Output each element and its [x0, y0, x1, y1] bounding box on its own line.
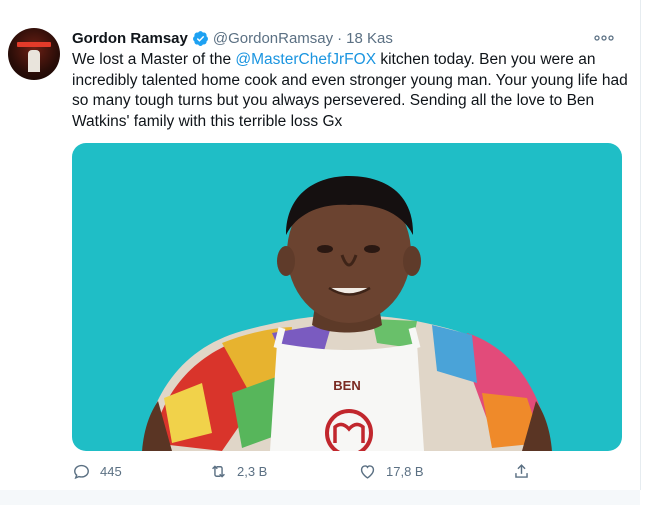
tweet-date[interactable]: 18 Kas [346, 30, 393, 47]
like-icon [360, 464, 375, 479]
tweet-card[interactable]: Gordon Ramsay @GordonRamsay · 18 Kas We … [0, 0, 641, 490]
like-button[interactable]: 17,8 B [358, 458, 424, 484]
tweet-text-part: We lost a Master of the [72, 51, 236, 68]
mention-link[interactable]: @MasterChefJrFOX [235, 51, 376, 68]
tweet-header: Gordon Ramsay @GordonRamsay · 18 Kas [72, 28, 393, 48]
reply-count: 445 [100, 463, 122, 479]
tweet-text: We lost a Master of the @MasterChefJrFOX… [72, 50, 632, 132]
retweet-icon [212, 464, 225, 478]
verified-badge-icon [192, 30, 208, 46]
like-count: 17,8 B [386, 463, 424, 479]
reply-button[interactable]: 445 [72, 458, 122, 484]
more-options-icon[interactable] [592, 30, 616, 46]
share-icon [515, 463, 528, 478]
tweet-media-photo[interactable]: BEN [72, 143, 622, 451]
share-button[interactable] [512, 458, 540, 484]
apron-label: BEN [333, 378, 360, 393]
reply-icon [74, 464, 89, 479]
tweet-actions: 445 2,3 B 17,8 B [72, 458, 552, 484]
author-handle[interactable]: @GordonRamsay [213, 30, 333, 47]
header-separator: · [337, 29, 343, 47]
timeline-separator [0, 490, 640, 505]
retweet-button[interactable]: 2,3 B [209, 458, 267, 484]
author-name[interactable]: Gordon Ramsay [72, 30, 188, 47]
photo-illustration: BEN [142, 176, 552, 451]
retweet-count: 2,3 B [237, 463, 268, 479]
author-avatar[interactable] [8, 28, 60, 80]
